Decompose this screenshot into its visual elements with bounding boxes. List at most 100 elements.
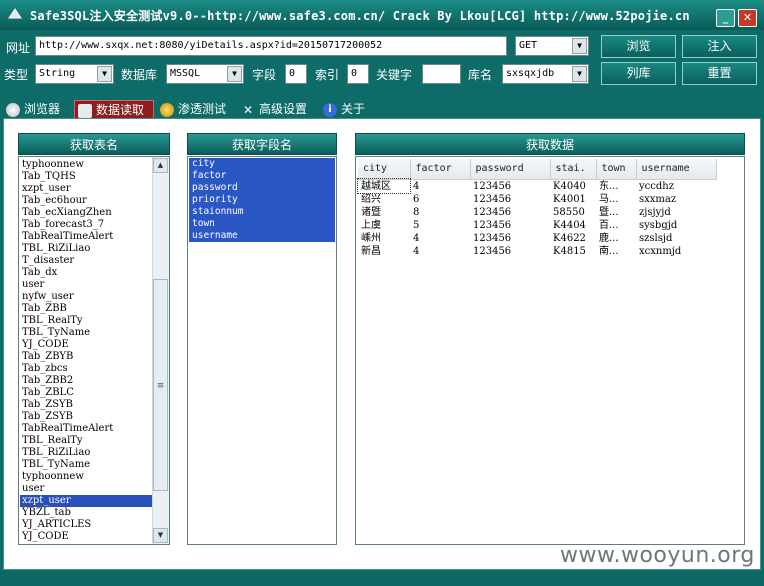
column-header[interactable]: factor [410,159,471,180]
db-select[interactable]: MSSQL ▼ [166,64,244,84]
tables-list[interactable]: typhoonnew Tab_TQHS xzpt_user Tab_ec6hour Ta… [18,156,170,545]
table-list-item[interactable]: typhoonnew [20,471,152,483]
table-list-item[interactable]: T_disaster [20,255,152,267]
table-list-item[interactable]: TabRealTimeAlert [20,231,152,243]
browse-button[interactable]: 浏览 [601,35,676,58]
tab-browser[interactable]: 浏览器 [6,100,72,119]
table-row[interactable]: 越城区 4 123456 K4040 东... yccdhz [357,178,716,194]
index-input[interactable]: 0 [347,64,369,84]
table-row[interactable]: 诸暨 8 123456 58550 暨... zjsjyjd [358,206,716,219]
type-label: 类型 [4,68,29,82]
scroll-up-icon[interactable]: ▲ [153,158,168,173]
table-list-item[interactable]: YJ_CODE [20,339,152,351]
column-header[interactable]: stai. [550,159,597,180]
table-list-item[interactable]: typhoonnew [20,159,152,171]
method-select[interactable]: GET ▼ [515,36,589,56]
column-header[interactable]: town [596,159,637,180]
keyword-input[interactable] [422,64,461,84]
table-cell: 123456 [473,219,512,231]
title-bar: Safe3SQL注入安全测试v9.0--http://www.safe3.com… [0,0,764,30]
table-list-item[interactable]: xzpt_user [20,495,152,507]
tab-about[interactable]: i 关于 [323,100,379,119]
table-list-item[interactable]: YJ_CODE [20,531,152,543]
table-list-item[interactable]: YJ_ARTICLES [20,519,152,531]
field-list-item[interactable]: password [189,182,335,194]
column-header[interactable]: password [470,159,551,180]
type-select[interactable]: String ▼ [35,64,114,84]
close-button[interactable]: ✕ [738,9,757,27]
table-list-item[interactable]: Tab_TQHS [20,171,152,183]
table-list-item[interactable]: TBL_RealTy [20,315,152,327]
table-list-item[interactable]: nyfw_user [20,291,152,303]
table-cell: 5 [413,219,420,231]
radiation-icon [160,102,174,117]
app-window: Safe3SQL注入安全测试v9.0--http://www.safe3.com… [0,0,764,586]
table-list-item[interactable]: Tab_ZBYB [20,351,152,363]
tables-scrollbar[interactable]: ▲ ≡ ▼ [152,157,169,544]
table-row[interactable]: 绍兴 6 123456 K4001 马... sxxmaz [358,193,716,206]
table-cell: 8 [413,206,420,218]
field-list-item[interactable]: factor [189,170,335,182]
table-list-item[interactable]: TBL_TyName [20,327,152,339]
table-list-item[interactable]: TBL_RealTy [20,435,152,447]
field-list-item[interactable]: staionnum [189,206,335,218]
table-list-item[interactable]: TBL_TyName [20,459,152,471]
chevron-down-icon: ▼ [97,66,112,82]
table-cell: 123456 [473,180,512,192]
table-cell: 东... [599,180,619,192]
url-input[interactable]: http://www.sxqx.net:8080/yiDetails.aspx?… [35,36,507,56]
table-list-item[interactable]: user [20,483,152,495]
table-row[interactable]: 新昌 4 123456 K4815 南... xcxnmjd [358,245,716,258]
keyword-label: 关键字 [376,68,413,82]
data-grid[interactable]: city factor password stai. town username 越城区 4… [355,156,745,545]
field-list-item[interactable]: town [189,218,335,230]
tab-pentest[interactable]: 渗透测试 [160,100,236,119]
table-row[interactable]: 嵊州 4 123456 K4622 鹿... szslsjd [358,232,716,245]
table-list-item[interactable]: Tab_ZSYB [20,411,152,423]
table-cell: K4001 [553,193,586,205]
field-list-item[interactable]: city [189,158,335,170]
tab-label: 数据读取 [96,103,145,117]
inject-button[interactable]: 注入 [682,35,757,58]
fields-list[interactable]: city factor password priority staionnum town u… [187,156,337,545]
table-cell: zjsjyjd [639,206,671,218]
data-panel-header: 获取数据 [355,133,745,155]
data-table: city factor password stai. town username 越城区 4… [357,159,717,258]
field-list-item[interactable]: priority [189,194,335,206]
column-header[interactable]: username [636,159,717,180]
status-bar [0,572,764,586]
table-list-item[interactable]: Tab_ecXiangZhen [20,207,152,219]
table-list-item[interactable]: Tab_ZBLC [20,387,152,399]
table-cell: sxxmaz [639,193,677,205]
reset-button[interactable]: 重置 [682,62,757,85]
table-list-item[interactable]: user [20,279,152,291]
table-list-item[interactable]: Tab_forecast3_7 [20,219,152,231]
field-list-item[interactable]: username [189,230,335,242]
table-list-item[interactable]: TBL_RiZiLiao [20,243,152,255]
tab-data-read[interactable]: 数据读取 [74,100,154,119]
dbname-select[interactable]: sxsqxjdb ▼ [502,64,589,84]
scroll-thumb[interactable]: ≡ [153,279,168,491]
table-cell: 嵊州 [361,232,381,244]
scroll-down-icon[interactable]: ▼ [153,528,168,543]
table-list-item[interactable]: Tab_zbcs [20,363,152,375]
table-row[interactable]: 上虞 5 123456 K4404 百... sysbgjd [358,219,716,232]
table-list-item[interactable]: TBL_RiZiLiao [20,447,152,459]
column-header[interactable]: city [358,159,411,180]
table-list-item[interactable]: Tab_ZSYB [20,399,152,411]
table-list-item[interactable]: TabRealTimeAlert [20,423,152,435]
data-read-panel: 获取表名 typhoonnew Tab_TQHS xzpt_user Tab_ec6h… [3,118,761,570]
window-title: Safe3SQL注入安全测试v9.0--http://www.safe3.com… [30,9,690,23]
table-list-item[interactable]: Tab_dx [20,267,152,279]
list-db-button[interactable]: 列库 [601,62,676,85]
table-list-item[interactable]: Tab_ZBB [20,303,152,315]
field-count-input[interactable]: 0 [285,64,307,84]
tables-list-items: typhoonnew Tab_TQHS xzpt_user Tab_ec6hour Ta… [20,159,152,543]
tab-advanced[interactable]: ✕ 高级设置 [241,100,317,119]
table-list-item[interactable]: Tab_ZBB2 [20,375,152,387]
tab-label: 渗透测试 [178,102,227,116]
table-list-item[interactable]: Tab_ec6hour [20,195,152,207]
table-list-item[interactable]: xzpt_user [20,183,152,195]
minimize-button[interactable]: _ [716,9,735,27]
table-list-item[interactable]: YBZL_tab [20,507,152,519]
